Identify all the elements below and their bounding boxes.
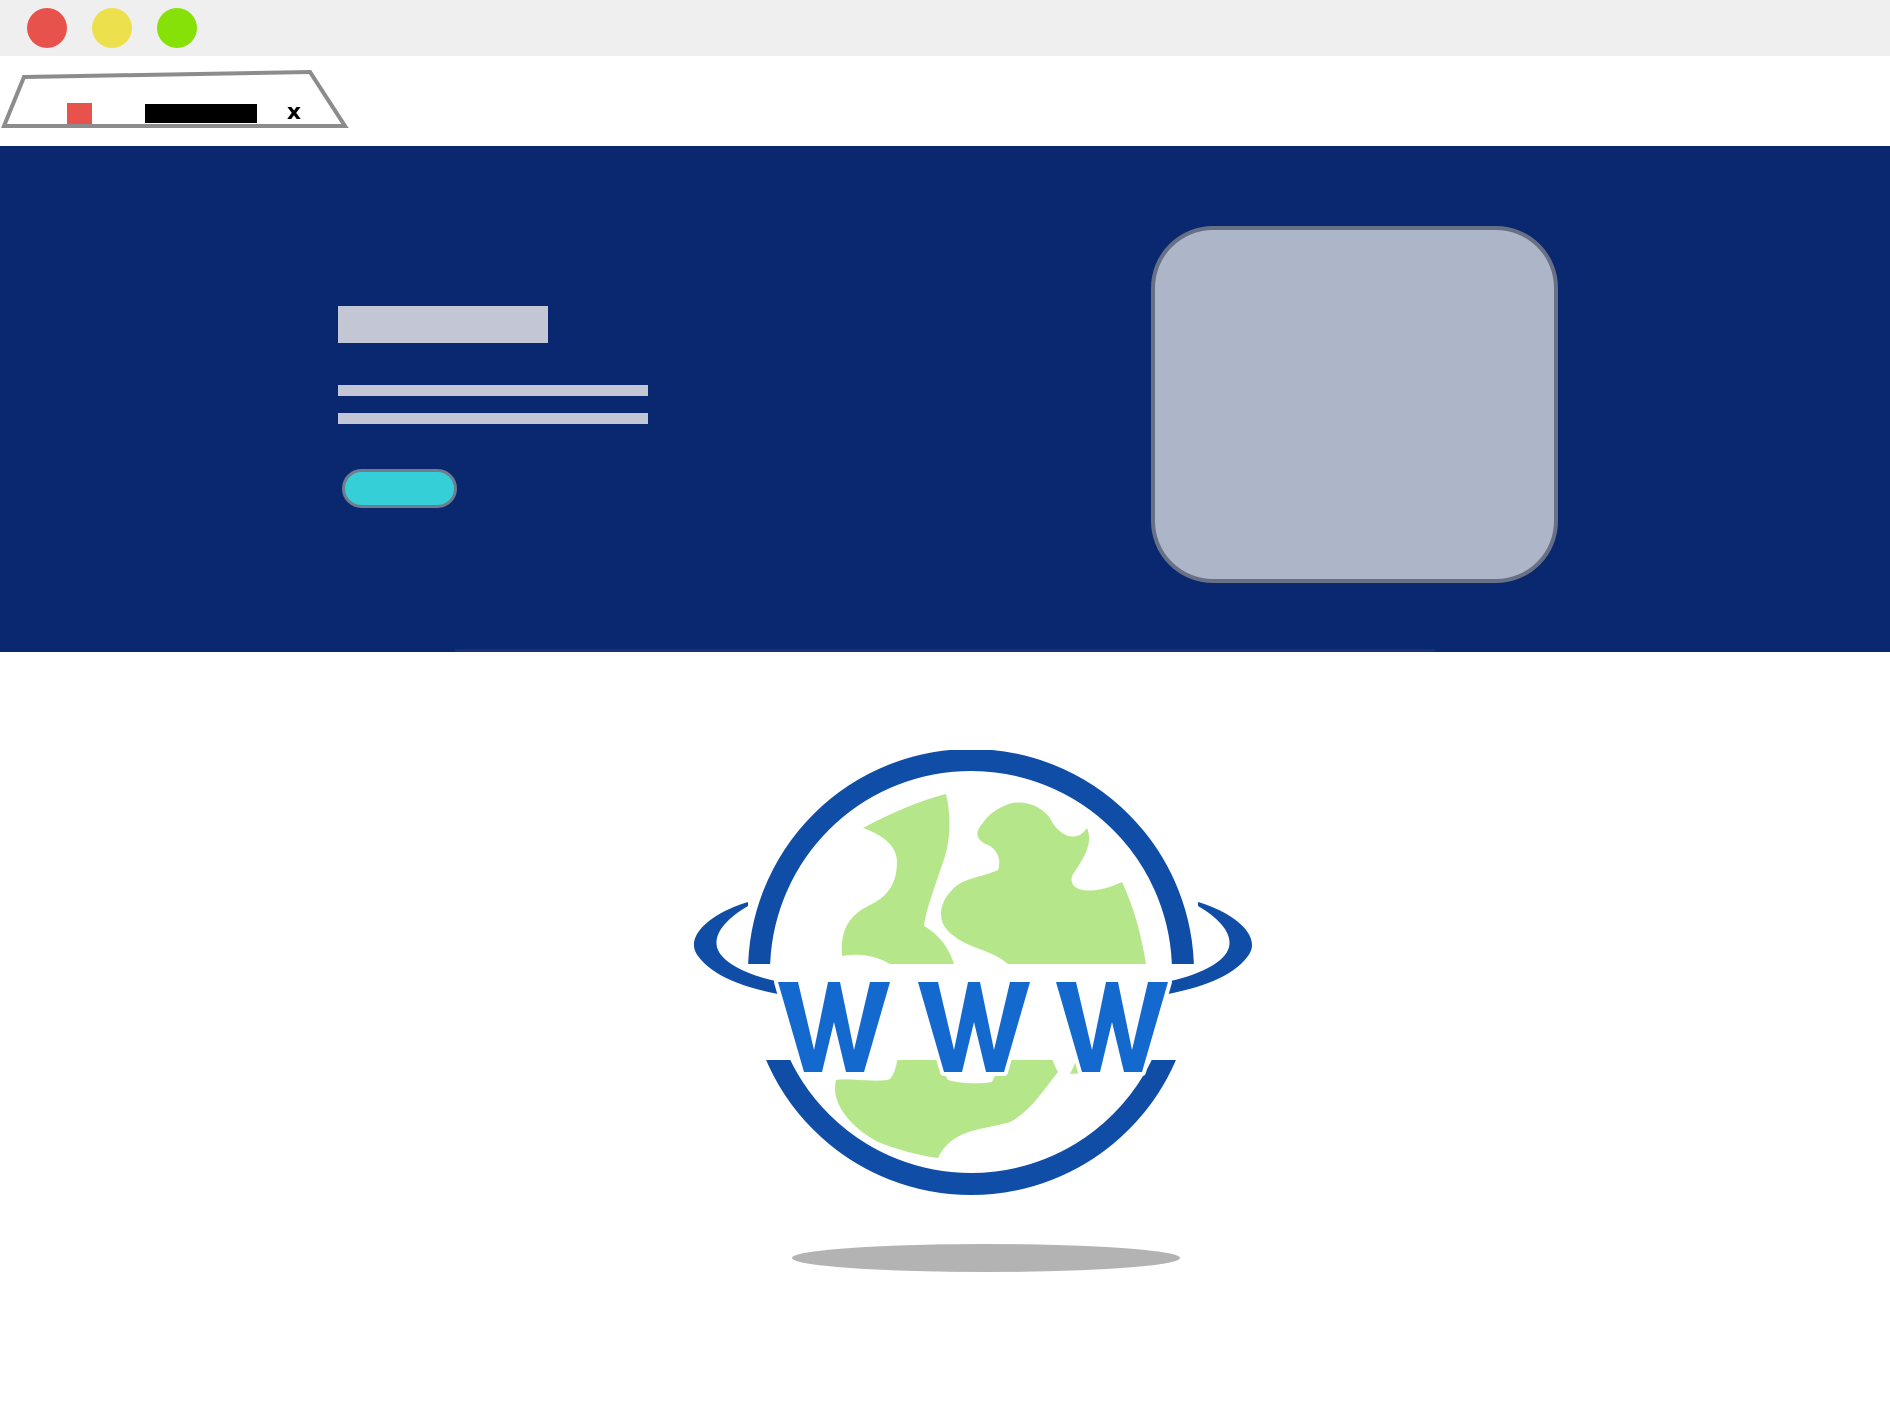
tab-bar: x [0,56,1890,146]
www-globe-icon [693,749,1253,1272]
window-titlebar [0,0,1890,56]
tab-title-placeholder [145,104,257,123]
tab-close-button[interactable]: x [282,99,306,127]
browser-tab[interactable]: x [0,70,350,130]
hero-image-placeholder [1151,226,1558,583]
browser-window: x [0,0,1890,1417]
hero-banner [0,146,1890,652]
tab-favicon-icon [67,103,92,124]
close-window-button[interactable] [27,8,67,48]
hero-text-line [338,413,648,424]
hero-title-placeholder [338,306,548,343]
minimize-window-button[interactable] [92,8,132,48]
hero-cta-button[interactable] [342,469,457,508]
hero-divider [455,649,1435,652]
maximize-window-button[interactable] [157,8,197,48]
www-globe-logo [690,749,1260,1280]
hero-text-line [338,385,648,396]
